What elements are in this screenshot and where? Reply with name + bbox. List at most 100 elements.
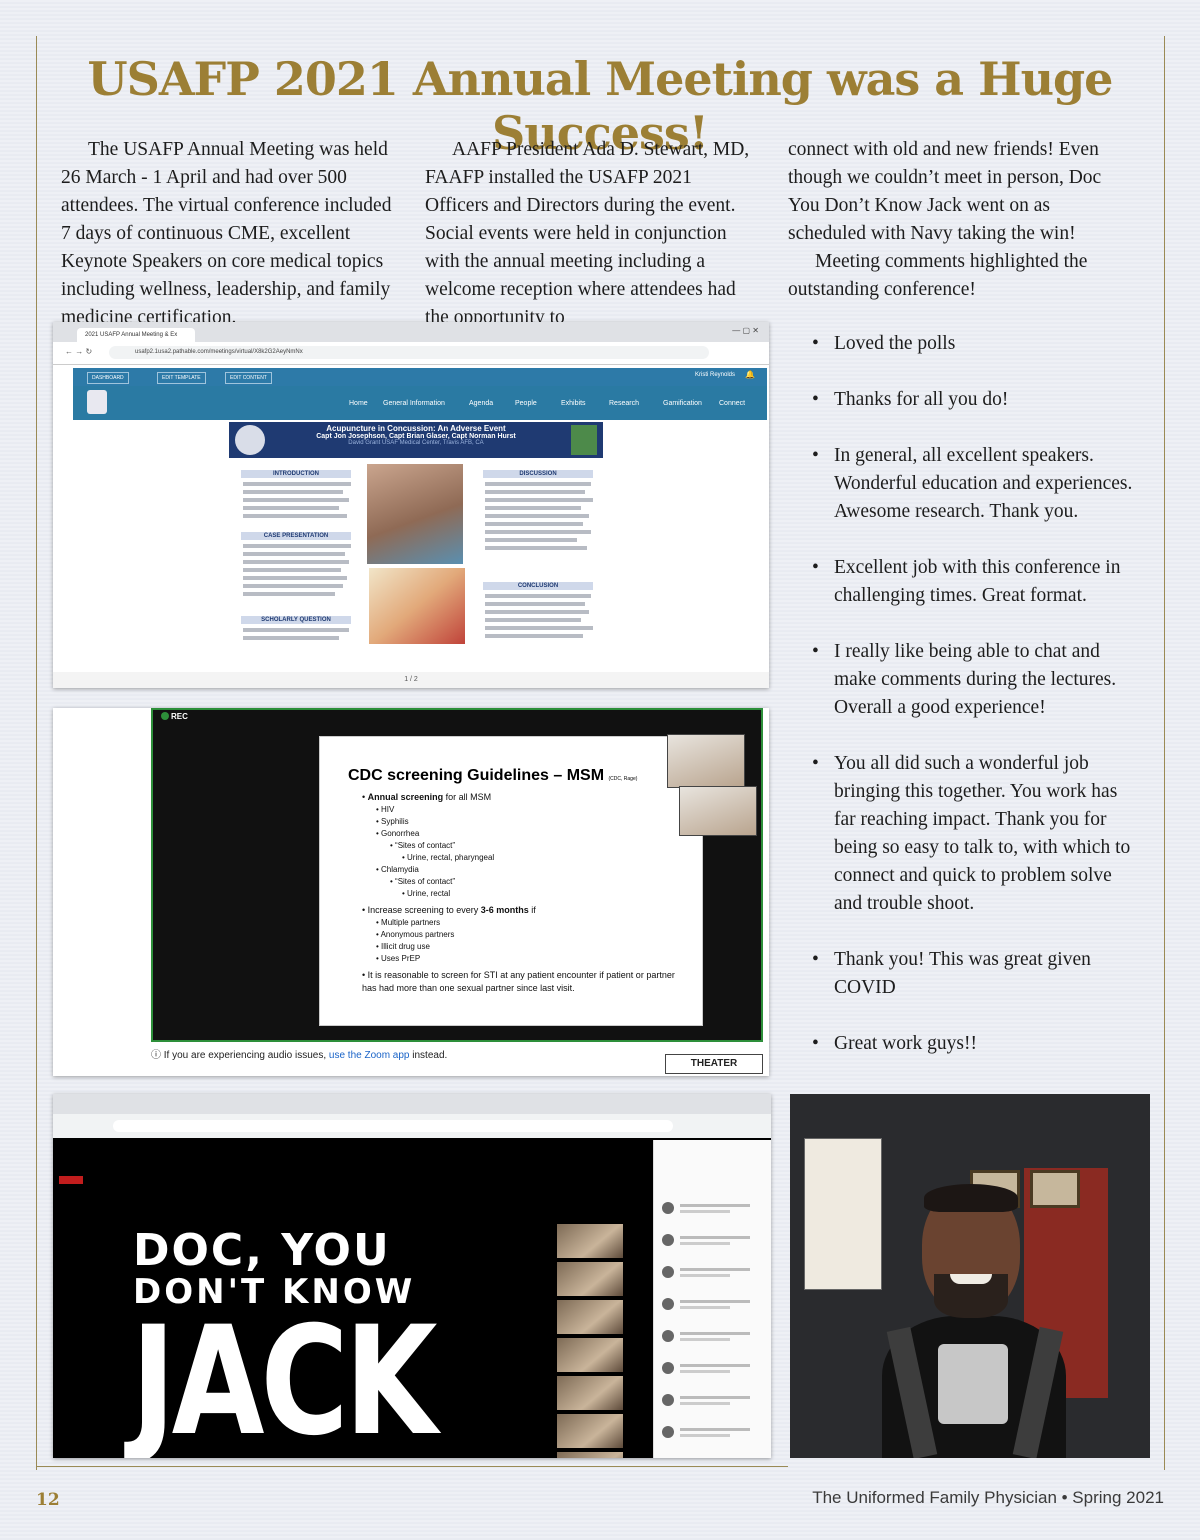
address-bar: ← → ↻ usafp2.1usa2.pathable.com/meetings… bbox=[53, 342, 769, 365]
game-stage: DOC, YOU DON'T KNOW JACK bbox=[53, 1140, 653, 1458]
slide-subbullet: Anonymous partners bbox=[376, 929, 702, 941]
poster-text bbox=[485, 514, 589, 518]
chat-message bbox=[662, 1392, 766, 1408]
zoom-video-area: REC CDC screening Guidelines – MSM (CDC,… bbox=[151, 708, 763, 1042]
chat-message bbox=[662, 1328, 766, 1344]
comment-item: Great work guys!! bbox=[812, 1030, 1142, 1058]
column-3-text-2: Meeting comments highlighted the outstan… bbox=[788, 251, 1088, 300]
usafp-logo bbox=[87, 390, 107, 414]
url-field[interactable] bbox=[113, 1120, 673, 1132]
lecture-slide: CDC screening Guidelines – MSM (CDC, Rag… bbox=[319, 736, 703, 1026]
comment-item: I really like being able to chat and mak… bbox=[812, 638, 1142, 722]
publication-footer: The Uniformed Family Physician • Spring … bbox=[812, 1488, 1164, 1507]
participant-thumbnail bbox=[557, 1376, 623, 1410]
poster-text bbox=[243, 498, 349, 502]
slide-subbullet: Syphilis bbox=[376, 816, 702, 828]
poster-section: SCHOLARLY QUESTION bbox=[241, 616, 351, 624]
chat-pane bbox=[653, 1140, 771, 1458]
browser-tab[interactable]: 2021 USAFP Annual Meeting & Ex bbox=[77, 328, 195, 342]
poster-text bbox=[243, 628, 349, 632]
bell-icon[interactable]: 🔔 bbox=[745, 370, 755, 379]
poster-text bbox=[243, 490, 343, 494]
game-show-screenshot: DOC, YOU DON'T KNOW JACK bbox=[53, 1094, 771, 1458]
comment-item: Excellent job with this conference in ch… bbox=[812, 554, 1142, 610]
poster-text bbox=[485, 610, 589, 614]
participant-thumbnail bbox=[557, 1262, 623, 1296]
wall-poster bbox=[804, 1138, 882, 1290]
slide-subbullet: Chlamydia “Sites of contact” Urine, rect… bbox=[376, 864, 702, 900]
admin-bar: DASHBOARD EDIT TEMPLATE EDIT CONTENT Kri… bbox=[73, 368, 767, 386]
zoom-audio-note: ⓘ If you are experiencing audio issues, … bbox=[151, 1050, 448, 1061]
participant-video bbox=[679, 786, 757, 836]
poster-text bbox=[243, 584, 343, 588]
wing-emblem-icon bbox=[571, 425, 597, 455]
user-menu[interactable]: Kristi Reynolds bbox=[695, 372, 735, 378]
poster-text bbox=[485, 530, 591, 534]
zoom-app-link[interactable]: use the Zoom app bbox=[329, 1050, 410, 1061]
participant-thumbnail bbox=[557, 1338, 623, 1372]
nav-gamification[interactable]: Gamification bbox=[663, 400, 702, 407]
slide-subbullet: Urine, rectal bbox=[390, 888, 702, 900]
poster-text bbox=[243, 592, 335, 596]
poster-text bbox=[485, 618, 581, 622]
participant-thumbnail bbox=[557, 1452, 623, 1458]
nav-people[interactable]: People bbox=[515, 400, 537, 407]
poster-authors: Capt Jon Josephson, Capt Brian Glaser, C… bbox=[316, 433, 516, 440]
site-nav: Home General Information Agenda People E… bbox=[73, 386, 767, 420]
slide-subbullet: HIV bbox=[376, 804, 702, 816]
info-icon: ⓘ bbox=[151, 1050, 164, 1061]
left-rule bbox=[36, 36, 37, 1470]
poster-text bbox=[485, 522, 583, 526]
edit-template-button[interactable]: EDIT TEMPLATE bbox=[157, 372, 206, 384]
comment-item: You all did such a wonderful job bringin… bbox=[812, 750, 1142, 918]
participant-thumbnails bbox=[557, 1224, 623, 1458]
slide-bullet: Annual screening for all MSM HIV Syphili… bbox=[362, 791, 702, 900]
rec-indicator: REC bbox=[171, 712, 188, 721]
poster-section: INTRODUCTION bbox=[241, 470, 351, 478]
poster-text bbox=[243, 636, 339, 640]
nav-research[interactable]: Research bbox=[609, 400, 639, 407]
nav-exhibits[interactable]: Exhibits bbox=[561, 400, 586, 407]
live-badge bbox=[59, 1176, 83, 1184]
nav-arrows-icon[interactable]: ← → ↻ bbox=[65, 347, 92, 356]
dashboard-button[interactable]: DASHBOARD bbox=[87, 372, 129, 384]
slide-subbullet: Urine, rectal, pharyngeal bbox=[390, 852, 702, 864]
nav-agenda[interactable]: Agenda bbox=[469, 400, 493, 407]
slide-bullet: It is reasonable to screen for STI at an… bbox=[362, 969, 702, 995]
poster-text bbox=[243, 544, 351, 548]
slide-subbullet: Gonorrhea “Sites of contact” Urine, rect… bbox=[376, 828, 702, 864]
participant-video bbox=[667, 734, 745, 788]
chat-message bbox=[662, 1296, 766, 1312]
poster-affiliation: David Grant USAF Medical Center, Travis … bbox=[348, 440, 484, 446]
chat-message bbox=[662, 1360, 766, 1376]
chat-message bbox=[662, 1264, 766, 1280]
poster-text bbox=[243, 560, 349, 564]
af-seal-icon bbox=[235, 425, 265, 455]
chat-message bbox=[662, 1424, 766, 1440]
poster-title: Acupuncture in Concussion: An Adverse Ev… bbox=[326, 424, 506, 433]
nav-general-information[interactable]: General Information bbox=[383, 400, 445, 407]
show-title-line-3: JACK bbox=[131, 1295, 438, 1458]
window-controls-icon[interactable]: — ▢ ✕ bbox=[732, 326, 759, 335]
bottom-rule bbox=[36, 1466, 788, 1467]
poster-text bbox=[243, 514, 347, 518]
edit-content-button[interactable]: EDIT CONTENT bbox=[225, 372, 272, 384]
show-title-line-1: DOC, YOU bbox=[133, 1225, 391, 1276]
comment-item: Thanks for all you do! bbox=[812, 386, 1142, 414]
chat-message bbox=[662, 1200, 766, 1216]
slide-bullet: Increase screening to every 3-6 months i… bbox=[362, 904, 702, 965]
comments-list: Loved the polls Thanks for all you do! I… bbox=[812, 330, 1142, 1086]
page-number: 12 bbox=[36, 1490, 60, 1510]
theater-button[interactable]: THEATER bbox=[665, 1054, 763, 1074]
poster-text bbox=[243, 552, 345, 556]
url-field[interactable]: usafp2.1usa2.pathable.com/meetings/virtu… bbox=[109, 346, 709, 359]
slide-subbullet: Uses PrEP bbox=[376, 953, 702, 965]
poster-text bbox=[485, 490, 585, 494]
poster-text bbox=[485, 482, 591, 486]
poster-text bbox=[485, 506, 581, 510]
poster-text bbox=[243, 568, 341, 572]
nav-connect[interactable]: Connect bbox=[719, 400, 745, 407]
comment-item: Loved the polls bbox=[812, 330, 1142, 358]
nav-home[interactable]: Home bbox=[349, 400, 368, 407]
poster-pager[interactable]: 1 / 2 bbox=[53, 672, 769, 688]
